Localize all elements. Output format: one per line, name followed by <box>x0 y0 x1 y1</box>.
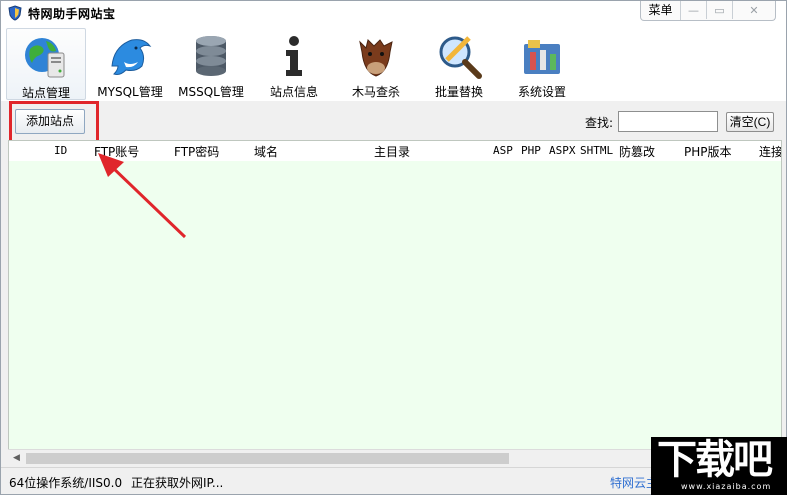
column-header-domain[interactable]: 域名 <box>254 143 278 160</box>
menu-button[interactable]: 菜单 <box>641 1 681 20</box>
column-header-aspx[interactable]: ASPX <box>549 144 576 157</box>
watermark-text: 下载吧 <box>657 437 773 483</box>
column-header-ftp-password[interactable]: FTP密码 <box>174 143 219 160</box>
horse-icon <box>359 39 393 77</box>
app-window: 特网助手网站宝 菜单 — ▭ ✕ 站点管理 MYSQL管理 MSSQL管理 站点… <box>0 0 787 495</box>
clear-button[interactable]: 清空(C) <box>726 112 774 132</box>
toolbar-label: 站点信息 <box>269 85 318 99</box>
globe-server-icon <box>25 38 65 78</box>
toolbar-item-mssql[interactable]: MSSQL管理 <box>171 28 251 100</box>
toolbar-label: MSSQL管理 <box>178 85 244 99</box>
toolbar-label: MYSQL管理 <box>97 85 163 99</box>
scroll-thumb[interactable] <box>26 453 509 464</box>
app-shield-icon <box>8 5 22 21</box>
maximize-icon[interactable]: ▭ <box>707 1 733 19</box>
toolbar-label: 站点管理 <box>21 86 70 100</box>
main-toolbar: 站点管理 MYSQL管理 MSSQL管理 站点信息 木马查杀 批量替换 系统设置 <box>1 25 786 101</box>
toolbar-label: 木马查杀 <box>351 85 400 99</box>
toolbar-label: 批量替换 <box>434 85 483 99</box>
scroll-left-icon[interactable]: ◀ <box>8 450 25 467</box>
magnifier-icon <box>439 36 482 79</box>
info-icon <box>286 36 302 76</box>
column-header-connection[interactable]: 连接 <box>759 143 781 160</box>
dolphin-icon <box>111 39 152 75</box>
column-header-php[interactable]: PHP <box>521 144 541 157</box>
window-title: 特网助手网站宝 <box>28 7 116 21</box>
column-header-ftp-account[interactable]: FTP账号 <box>94 143 139 160</box>
minimize-icon[interactable]: — <box>681 1 707 19</box>
settings-tools-icon <box>524 40 560 74</box>
search-input[interactable] <box>618 111 718 132</box>
toolbar-label: 系统设置 <box>517 85 566 99</box>
toolbar-item-system-settings[interactable]: 系统设置 <box>502 28 582 100</box>
database-icon <box>196 36 226 76</box>
add-site-button[interactable]: 添加站点 <box>15 109 85 134</box>
column-header-home-dir[interactable]: 主目录 <box>374 143 410 160</box>
column-header-id[interactable]: ID <box>54 144 67 157</box>
site-table: ID FTP账号 FTP密码 域名 主目录 ASP PHP ASPX SHTML… <box>8 140 782 466</box>
search-label: 查找: <box>585 116 614 130</box>
column-header-tamper-proof[interactable]: 防篡改 <box>619 143 655 160</box>
watermark-logo: 下载吧 www.xiazaiba.com <box>651 437 787 495</box>
title-bar: 特网助手网站宝 菜单 — ▭ ✕ <box>1 1 786 25</box>
watermark-url: www.xiazaiba.com <box>681 482 772 491</box>
table-header: ID FTP账号 FTP密码 域名 主目录 ASP PHP ASPX SHTML… <box>9 141 781 161</box>
toolbar-item-site-management[interactable]: 站点管理 <box>6 28 86 100</box>
toolbar-item-mysql[interactable]: MYSQL管理 <box>90 28 170 100</box>
window-controls: 菜单 — ▭ ✕ <box>640 1 776 21</box>
column-header-php-version[interactable]: PHP版本 <box>684 143 732 160</box>
column-header-shtml[interactable]: SHTML <box>580 144 613 157</box>
toolbar-item-trojan-scan[interactable]: 木马查杀 <box>336 28 416 100</box>
toolbar-item-batch-replace[interactable]: 批量替换 <box>419 28 499 100</box>
column-header-asp[interactable]: ASP <box>493 144 513 157</box>
close-icon[interactable]: ✕ <box>733 1 775 19</box>
status-os: 64位操作系统/IIS0.0 <box>9 476 123 490</box>
status-message: 正在获取外网IP... <box>131 476 224 490</box>
toolbar-item-site-info[interactable]: 站点信息 <box>254 28 334 100</box>
